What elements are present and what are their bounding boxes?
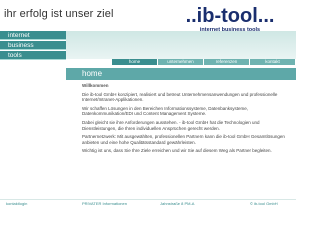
tab-unternehmen[interactable]: unternehmen [158, 59, 204, 65]
content-paragraph: Wir schaffen Lösungen in den Bereichen I… [82, 105, 249, 117]
sidebar: internet business tools [0, 30, 66, 200]
logo-brand-text: ..ib-tool... [186, 5, 275, 27]
footer-kontakt-login-link[interactable]: kontaktlogin [6, 201, 27, 206]
main-content: Willkommen Die ib-tool GmbH konzipiert, … [82, 83, 292, 157]
header-banner [66, 31, 296, 59]
tab-referenzen[interactable]: referenzen [204, 59, 250, 65]
sidebar-item-internet[interactable]: internet [0, 31, 66, 40]
content-paragraph: Die ib-tool GmbH konzipiert, realisiert … [82, 91, 278, 103]
page-title: home [66, 68, 296, 80]
content-paragraph: Wichtig ist uns, dass Sie Ihre Ziele err… [82, 148, 272, 154]
top-tabs: home unternehmen referenzen kontakt [112, 59, 296, 65]
footer-divider [0, 199, 296, 200]
tab-kontakt[interactable]: kontakt [250, 59, 296, 65]
footer-item-address: Jahnstraße 8 PM-A [160, 201, 195, 206]
footer-item-info[interactable]: PRIVATER Informationen [82, 201, 127, 206]
tab-home[interactable]: home [112, 59, 158, 65]
footer-item-copyright: © ib-tool GmbH [250, 201, 278, 206]
site-slogan: ihr erfolg ist unser ziel [4, 8, 114, 20]
welcome-heading: Willkommen [82, 83, 109, 88]
sidebar-item-tools[interactable]: tools [0, 51, 66, 60]
ib-tool-logo[interactable]: ..ib-tool... internet business tools [174, 2, 286, 34]
content-paragraph: Dabei gleicht sie ihre Anforderungen aus… [82, 119, 260, 131]
content-paragraph: Partnernetzwerk: Mit ausgewählten, profe… [82, 134, 285, 145]
sidebar-item-business[interactable]: business [0, 41, 66, 50]
